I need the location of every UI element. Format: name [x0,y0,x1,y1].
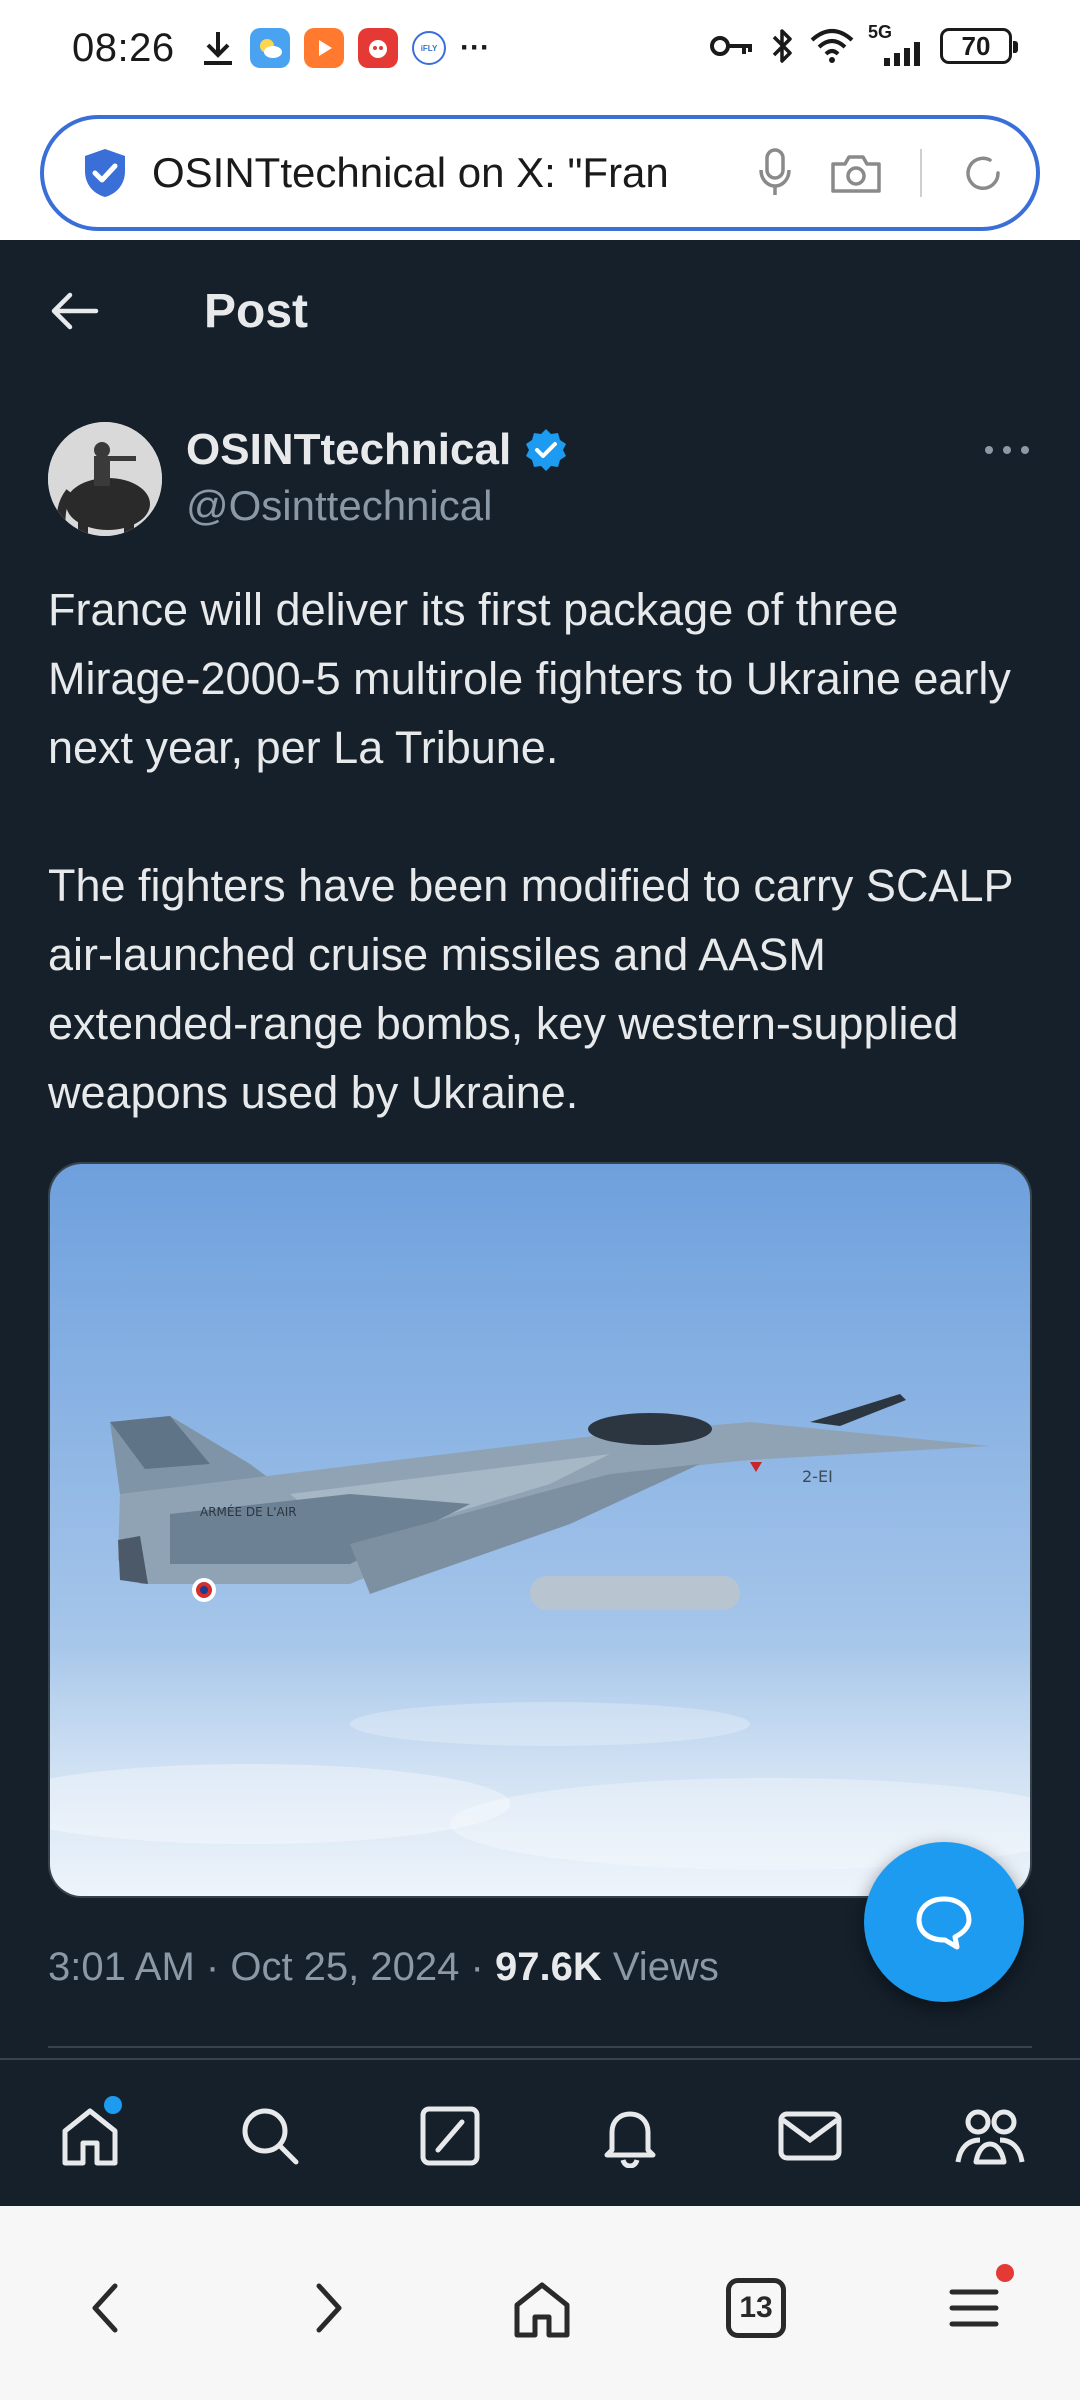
system-status: 5G 70 [710,22,1018,66]
url-separator [920,149,922,197]
chevron-left-icon [92,2283,118,2333]
address-bar[interactable]: OSINTtechnical on X: "Fran [40,115,1040,231]
microphone-icon[interactable] [758,148,792,198]
views-count: 97.6K [494,1945,602,1989]
browser-forward-button[interactable] [290,2270,366,2346]
search-icon [242,2108,299,2165]
meta-separator: · [470,1945,484,1989]
download-icon [204,32,232,65]
bluetooth-icon [772,29,792,63]
chevron-right-icon [316,2283,342,2333]
post-time[interactable]: 3:01 AM [48,1945,195,1989]
browser-back-button[interactable] [68,2270,144,2346]
menu-notification-dot [996,2264,1014,2282]
nav-grok[interactable] [412,2098,488,2174]
views-label: Views [612,1945,719,1989]
signal-icon [884,42,920,66]
battery-indicator: 70 [940,28,1018,64]
page-title: Post [204,285,309,338]
menu-icon [949,2289,999,2327]
back-arrow-icon[interactable] [44,286,104,336]
post-paragraph: France will deliver its first package of… [48,584,1011,773]
more-options-icon[interactable] [980,430,1034,470]
tabs-count-icon: 13 [726,2278,786,2338]
post-date[interactable]: Oct 25, 2024 [230,1945,459,1989]
bell-icon [604,2111,656,2168]
nav-notifications[interactable] [592,2098,668,2174]
post-paragraph: The fighters have been modified to carry… [48,860,1013,1118]
cellular-signal: 5G [868,22,926,66]
security-shield-icon[interactable] [82,147,128,199]
post-header: Post [0,240,1080,380]
status-time: 08:26 [72,26,175,70]
camera-icon[interactable] [830,152,882,194]
home-notification-dot [104,2096,122,2114]
browser-bottom-bar: 13 [0,2206,1080,2400]
meta-separator: · [205,1945,220,1989]
video-app-icon [304,28,344,68]
key-icon [710,36,752,56]
more-notifications-icon: ··· [460,31,490,64]
notification-icons: iFLY ··· [200,28,490,68]
browser-menu-button[interactable] [936,2264,1014,2346]
author-name-row[interactable]: OSINTtechnical [186,425,569,475]
browser-tabs-button[interactable]: 13 [718,2270,794,2346]
author-handle[interactable]: @Osinttechnical [186,482,492,530]
verified-badge-icon [526,429,567,471]
network-type: 5G [868,22,893,42]
shopping-app-icon [358,28,398,68]
wifi-icon [810,29,854,63]
nav-search[interactable] [232,2098,308,2174]
nav-home[interactable] [52,2096,128,2174]
post-image[interactable]: ARMÉE DE L'AIR 2-EI [48,1162,1032,1898]
post-text: France will deliver its first package of… [48,575,1038,1127]
aircraft-markings: ARMÉE DE L'AIR [200,1504,297,1519]
browser-home-button[interactable] [504,2270,580,2346]
tabs-count: 13 [739,2291,773,2324]
home-icon [514,2282,570,2338]
browser-toolbar: OSINTtechnical on X: "Fran [0,105,1080,240]
refresh-icon[interactable] [960,150,1006,196]
battery-level: 70 [961,30,991,61]
status-bar: 08:26 iFLY ··· 5G 70 [0,0,1080,105]
weather-app-icon [250,28,290,68]
communities-icon [955,2109,1025,2165]
nav-messages[interactable] [772,2098,848,2174]
url-text[interactable]: OSINTtechnical on X: "Fran [152,149,734,197]
reply-fab-button[interactable] [864,1842,1024,2002]
grok-icon [420,2106,480,2166]
author-name[interactable]: OSINTtechnical [186,425,511,475]
post-meta: 3:01 AM · Oct 25, 2024 · 97.6K Views [48,1945,719,1990]
divider [48,2046,1032,2048]
app-bottom-nav [0,2058,1080,2206]
chat-bubble-icon [916,1896,972,1950]
avatar[interactable] [48,422,162,536]
ifly-app-icon: iFLY [412,31,446,65]
mail-icon [778,2111,842,2161]
aircraft-tail-code: 2-EI [802,1467,833,1486]
nav-communities[interactable] [952,2098,1028,2174]
